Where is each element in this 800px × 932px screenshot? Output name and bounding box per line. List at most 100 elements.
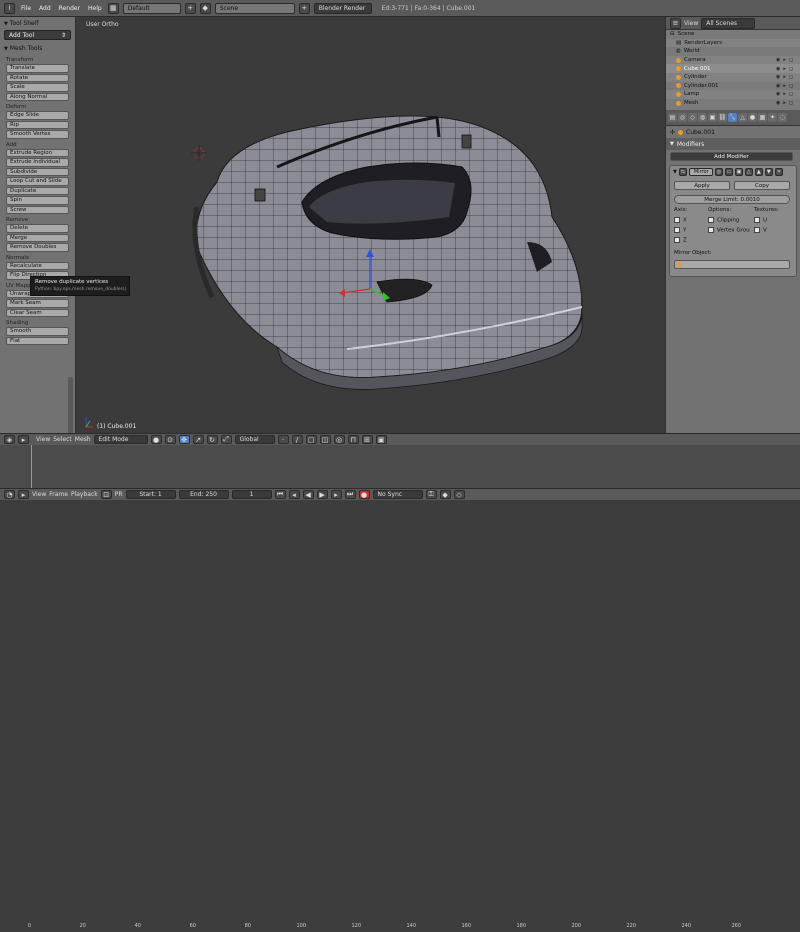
orientation-select[interactable]: Global [234, 435, 275, 444]
menu-help[interactable]: Help [86, 5, 104, 12]
along-normal-button[interactable]: Along Normal [6, 92, 69, 101]
mark-seam-button[interactable]: Mark Seam [6, 299, 69, 308]
outliner-row-renderlayers[interactable]: ▤ RenderLayers [666, 38, 800, 48]
outliner-row-mesh[interactable]: Mesh ◉▸◻ [666, 99, 800, 108]
move-up-icon[interactable]: ▲ [754, 168, 763, 176]
axis-z-checkbox[interactable]: Z [674, 237, 687, 244]
layout-add-icon[interactable]: + [184, 2, 196, 14]
subdivide-button[interactable]: Subdivide [6, 167, 69, 176]
play-icon[interactable]: ▶ [316, 490, 328, 499]
menu-render[interactable]: Render [57, 5, 82, 12]
render-toggle-icon[interactable]: ◎ [714, 168, 723, 176]
rotate-button[interactable]: Rotate [6, 73, 69, 82]
mesh-tools-header[interactable]: ▼ Mesh Tools [0, 42, 75, 55]
rotate-manipulator-icon[interactable]: ↻ [206, 435, 218, 444]
menu-file[interactable]: File [19, 5, 33, 12]
particles-tab-icon[interactable]: ✦ [768, 113, 777, 122]
scene-icon[interactable]: ◆ [199, 2, 211, 14]
clipping-checkbox[interactable]: Clipping [708, 217, 739, 224]
mesh-menu[interactable]: Mesh [75, 436, 91, 443]
delete-button[interactable]: Delete [6, 224, 69, 233]
manipulator-icon[interactable]: ✥ [178, 435, 190, 444]
outliner-row-world[interactable]: ◍ World [666, 47, 800, 56]
end-frame-field[interactable]: End: 250 [178, 490, 229, 499]
data-tab-icon[interactable]: △ [738, 113, 747, 122]
scene-select[interactable]: Scene [214, 2, 295, 14]
header-toggle-icon[interactable]: ▸ [18, 435, 29, 444]
axis-y-checkbox[interactable]: Y [674, 227, 686, 234]
physics-tab-icon[interactable]: ◌ [778, 113, 787, 122]
collapse-triangle-icon[interactable]: ▼ [670, 141, 674, 147]
play-reverse-icon[interactable]: ◀ [302, 490, 314, 499]
sync-select[interactable]: No Sync [372, 490, 423, 499]
select-menu[interactable]: Select [53, 436, 72, 443]
expand-triangle-icon[interactable]: ▼ [673, 169, 677, 175]
mode-select[interactable]: Edit Mode [93, 435, 148, 444]
render-engine-select[interactable]: Blender Render [313, 2, 372, 14]
header-toggle-icon[interactable]: ▸ [18, 490, 29, 499]
properties-editor-icon[interactable]: ▤ [668, 113, 677, 122]
flat-button[interactable]: Flat [6, 336, 69, 345]
outliner-row-cylinder[interactable]: Cylinder ◉▸◻ [666, 72, 800, 82]
tool-shelf-header[interactable]: ▼ Tool Shelf [0, 17, 75, 30]
axis-x-checkbox[interactable]: X [674, 217, 687, 224]
scene-tab-icon[interactable]: ◇ [688, 113, 697, 122]
scale-manipulator-icon[interactable]: ⤢ [220, 435, 232, 444]
shading-solid-icon[interactable]: ● [150, 435, 162, 444]
start-frame-field[interactable]: Start: 1 [125, 490, 176, 499]
visibility-icons[interactable]: ◉▸◻ [776, 100, 796, 106]
vertex-select-icon[interactable]: · [277, 435, 289, 444]
record-icon[interactable]: ● [358, 490, 370, 499]
translate-button[interactable]: Translate [6, 64, 69, 73]
move-down-icon[interactable]: ▼ [764, 168, 773, 176]
checkbox-icon[interactable] [754, 227, 760, 233]
keying-set-icon[interactable]: ⚿ [425, 490, 437, 499]
car-mesh[interactable] [77, 17, 665, 433]
limit-selection-icon[interactable]: ◫ [319, 435, 331, 444]
merge-button[interactable]: Merge [6, 233, 69, 242]
spin-button[interactable]: Spin [6, 196, 69, 205]
object-tab-icon[interactable]: ▣ [708, 113, 717, 122]
collapse-triangle-icon[interactable]: ▼ [4, 21, 8, 27]
snap-element-icon[interactable]: ⊞ [361, 435, 373, 444]
outliner-view-menu[interactable]: View [684, 20, 698, 27]
checkbox-icon[interactable] [674, 237, 680, 243]
playback-menu[interactable]: Playback [71, 491, 98, 498]
recalculate-button[interactable]: Recalculate [6, 261, 69, 270]
editor-type-icon[interactable]: ◈ [4, 435, 15, 444]
visibility-icons[interactable]: ◉▸◻ [776, 66, 796, 72]
checkbox-icon[interactable] [674, 227, 680, 233]
current-frame-field[interactable]: 1 [231, 490, 272, 499]
outliner-editor-icon[interactable]: ≡ [670, 17, 681, 29]
checkbox-icon[interactable] [754, 217, 760, 223]
scale-button[interactable]: Scale [6, 83, 69, 92]
material-tab-icon[interactable]: ● [748, 113, 757, 122]
prev-keyframe-icon[interactable]: ◂ [288, 490, 300, 499]
collapse-triangle-icon[interactable]: ▼ [4, 46, 8, 52]
texture-v-checkbox[interactable]: V [754, 227, 767, 234]
current-frame-line[interactable] [31, 445, 32, 488]
proportional-edit-icon[interactable]: ◎ [333, 435, 345, 444]
vertex-groups-checkbox[interactable]: Vertex Grou [708, 227, 750, 234]
timeline-view-menu[interactable]: View [32, 491, 46, 498]
outliner-row-cylinder001[interactable]: Cylinder.001 ◉▸◻ [666, 82, 800, 91]
rip-button[interactable]: Rip [6, 120, 69, 129]
viewport-toggle-icon[interactable]: ▭ [724, 168, 733, 176]
jump-end-icon[interactable]: ⏭ [344, 490, 356, 499]
add-tool-dropdown[interactable]: Add Tool ⇕ [4, 30, 71, 40]
texture-tab-icon[interactable]: ▦ [758, 113, 767, 122]
info-editor-icon[interactable]: i [4, 2, 15, 14]
checkbox-checked-icon[interactable] [708, 227, 714, 233]
edge-select-icon[interactable]: / [291, 435, 303, 444]
merge-limit-field[interactable]: Merge Limit: 0.0010 [674, 195, 790, 204]
apply-button[interactable]: Apply [674, 181, 730, 190]
modifiers-tab-icon[interactable]: 🔧 [728, 113, 737, 122]
timeline[interactable]: 0 20 40 60 80 100 120 140 160 180 200 22… [0, 445, 800, 929]
outliner-row-lamp[interactable]: Lamp ◉▸◻ [666, 90, 800, 99]
translate-manipulator-icon[interactable]: ↗ [192, 435, 204, 444]
loop-cut-button[interactable]: Loop Cut and Slide [6, 177, 69, 186]
visibility-icons[interactable]: ◉▸◻ [776, 83, 796, 89]
jump-start-icon[interactable]: ⏮ [274, 490, 286, 499]
duplicate-button[interactable]: Duplicate [6, 186, 69, 195]
constraints-tab-icon[interactable]: ⛓ [718, 113, 727, 122]
